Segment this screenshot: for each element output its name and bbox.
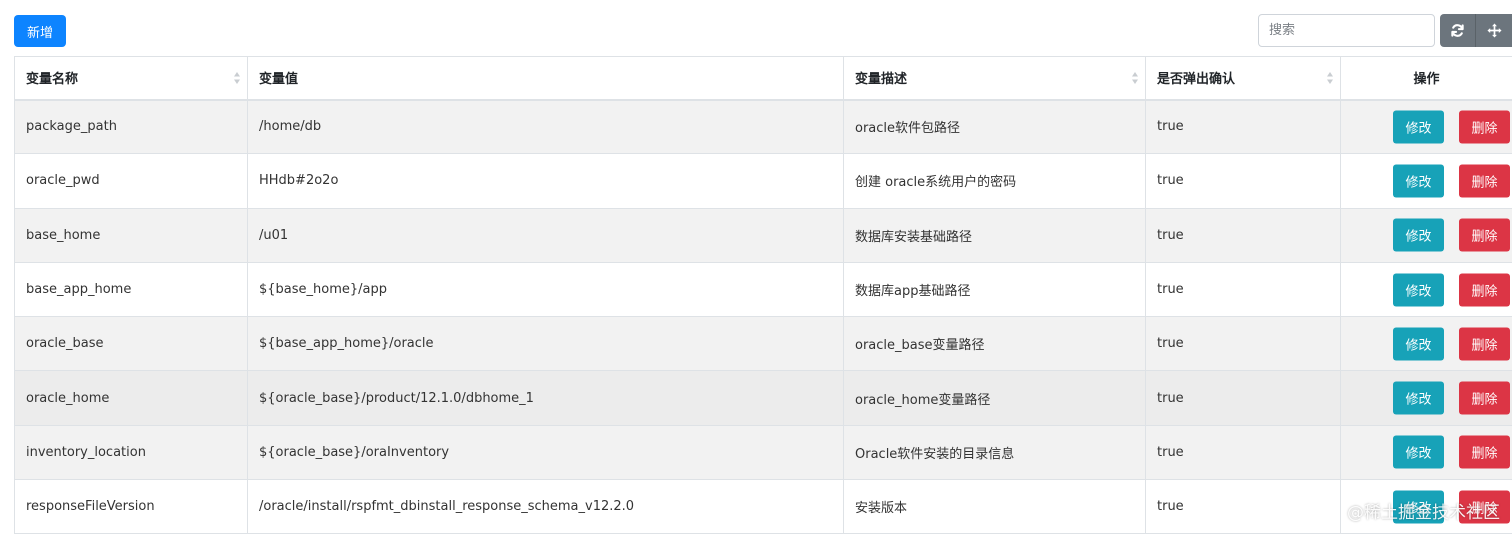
cell-confirm: true xyxy=(1145,261,1341,318)
table-row: responseFileVersion /oracle/install/rspf… xyxy=(14,479,1512,535)
variables-table: 变量名称 变量值 变量描述 是否弹出确认 操作 package_path /ho… xyxy=(14,56,1512,535)
cell-confirm: true xyxy=(1145,316,1341,372)
table-row: oracle_pwd HHdb#2o2o 创建 oracle系统用户的密码 tr… xyxy=(14,153,1512,209)
sort-icon[interactable] xyxy=(1131,71,1139,85)
column-header-actions: 操作 xyxy=(1340,56,1512,101)
cell-actions: 修改 删除 xyxy=(1340,98,1512,155)
cell-var-description: oracle_home变量路径 xyxy=(843,370,1146,426)
delete-button[interactable]: 删除 xyxy=(1459,327,1510,361)
cell-var-description: Oracle软件安装的目录信息 xyxy=(843,424,1146,481)
column-header-description[interactable]: 变量描述 xyxy=(843,56,1146,101)
edit-button[interactable]: 修改 xyxy=(1393,164,1444,198)
search-input[interactable] xyxy=(1258,14,1435,47)
cell-actions: 修改 删除 xyxy=(1340,261,1512,318)
cell-var-description: 数据库安装基础路径 xyxy=(843,207,1146,263)
cell-var-value: ${oracle_base}/oraInventory xyxy=(247,424,844,481)
cell-confirm: true xyxy=(1145,424,1341,481)
edit-button[interactable]: 修改 xyxy=(1393,218,1444,252)
column-header-value: 变量值 xyxy=(247,56,844,101)
delete-button[interactable]: 删除 xyxy=(1459,218,1510,252)
cell-var-name: responseFileVersion xyxy=(14,479,248,535)
cell-var-name: base_app_home xyxy=(14,261,248,318)
edit-button[interactable]: 修改 xyxy=(1393,381,1444,415)
sort-icon[interactable] xyxy=(233,71,241,85)
move-icon xyxy=(1486,23,1502,38)
edit-button[interactable]: 修改 xyxy=(1393,110,1444,144)
cell-var-value: ${base_app_home}/oracle xyxy=(247,316,844,372)
toolbar-button-group xyxy=(1440,14,1512,47)
cell-var-value: /home/db xyxy=(247,98,844,155)
delete-button[interactable]: 删除 xyxy=(1459,273,1510,307)
cell-actions: 修改 删除 xyxy=(1340,370,1512,426)
cell-var-name: oracle_home xyxy=(14,370,248,426)
delete-button[interactable]: 删除 xyxy=(1459,435,1510,469)
cell-var-name: package_path xyxy=(14,98,248,155)
cell-var-value: /oracle/install/rspfmt_dbinstall_respons… xyxy=(247,479,844,535)
table-row: oracle_base ${base_app_home}/oracle orac… xyxy=(14,316,1512,372)
cell-confirm: true xyxy=(1145,153,1341,209)
table-row: oracle_home ${oracle_base}/product/12.1.… xyxy=(14,370,1512,426)
cell-var-name: oracle_base xyxy=(14,316,248,372)
cell-actions: 修改 删除 xyxy=(1340,153,1512,209)
cell-var-name: oracle_pwd xyxy=(14,153,248,209)
cell-confirm: true xyxy=(1145,370,1341,426)
cell-confirm: true xyxy=(1145,207,1341,263)
column-header-label: 操作 xyxy=(1413,72,1440,88)
refresh-icon xyxy=(1451,24,1464,37)
cell-var-description: oracle_base变量路径 xyxy=(843,316,1146,372)
cell-actions: 修改 删除 xyxy=(1340,424,1512,481)
cell-var-value: /u01 xyxy=(247,207,844,263)
cell-var-value: ${base_home}/app xyxy=(247,261,844,318)
cell-var-value: HHdb#2o2o xyxy=(247,153,844,209)
sort-icon[interactable] xyxy=(1326,71,1334,85)
cell-var-name: base_home xyxy=(14,207,248,263)
column-header-label: 变量名称 xyxy=(26,72,79,88)
delete-button[interactable]: 删除 xyxy=(1459,110,1510,144)
move-button[interactable] xyxy=(1476,14,1512,47)
toolbar: 新增 xyxy=(0,0,1512,56)
cell-actions: 修改 删除 xyxy=(1340,316,1512,372)
cell-actions: 修改 删除 xyxy=(1340,207,1512,263)
edit-button[interactable]: 修改 xyxy=(1393,327,1444,361)
cell-confirm: true xyxy=(1145,98,1341,155)
delete-button[interactable]: 删除 xyxy=(1459,164,1510,198)
column-header-label: 变量值 xyxy=(259,72,299,88)
cell-confirm: true xyxy=(1145,479,1341,535)
table-header-row: 变量名称 变量值 变量描述 是否弹出确认 操作 xyxy=(14,56,1512,101)
refresh-button[interactable] xyxy=(1440,14,1476,47)
table-row: base_app_home ${base_home}/app 数据库app基础路… xyxy=(14,261,1512,318)
column-header-label: 变量描述 xyxy=(855,72,908,88)
column-header-confirm[interactable]: 是否弹出确认 xyxy=(1145,56,1341,101)
edit-button[interactable]: 修改 xyxy=(1393,435,1444,469)
cell-var-description: 数据库app基础路径 xyxy=(843,261,1146,318)
cell-var-value: ${oracle_base}/product/12.1.0/dbhome_1 xyxy=(247,370,844,426)
column-header-name[interactable]: 变量名称 xyxy=(14,56,248,101)
edit-button[interactable]: 修改 xyxy=(1393,273,1444,307)
cell-var-description: 创建 oracle系统用户的密码 xyxy=(843,153,1146,209)
column-header-label: 是否弹出确认 xyxy=(1157,72,1236,88)
watermark: @稀土掘金技术社区 xyxy=(1347,503,1500,523)
table-row: inventory_location ${oracle_base}/oraInv… xyxy=(14,424,1512,481)
table-row: base_home /u01 数据库安装基础路径 true 修改 删除 xyxy=(14,207,1512,263)
add-button[interactable]: 新增 xyxy=(14,15,66,47)
cell-var-description: oracle软件包路径 xyxy=(843,98,1146,155)
cell-var-description: 安装版本 xyxy=(843,479,1146,535)
table-row: package_path /home/db oracle软件包路径 true 修… xyxy=(14,98,1512,155)
cell-var-name: inventory_location xyxy=(14,424,248,481)
delete-button[interactable]: 删除 xyxy=(1459,381,1510,415)
